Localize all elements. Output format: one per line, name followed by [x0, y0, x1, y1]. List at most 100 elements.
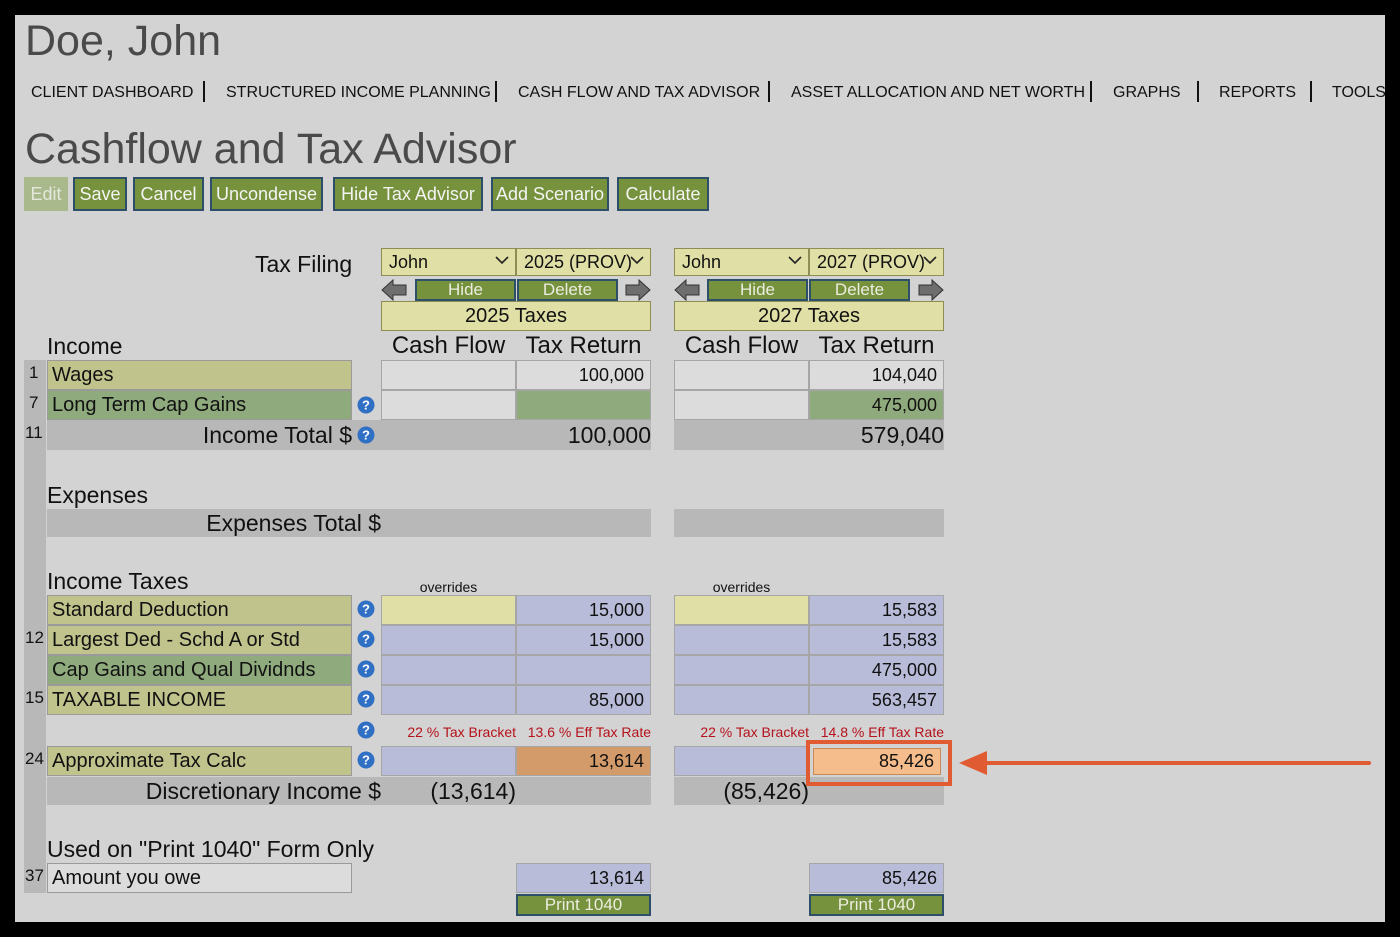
- cancel-button[interactable]: Cancel: [133, 177, 204, 211]
- nav-graphs[interactable]: GRAPHS: [1113, 83, 1181, 103]
- chevron-down-icon: [495, 256, 509, 265]
- ltcg-cash-flow-input[interactable]: [381, 390, 516, 420]
- scenario-1-year-select[interactable]: 2025 (PROV): [516, 248, 651, 276]
- largest-ded-value: 15,583: [809, 625, 944, 655]
- help-icon[interactable]: ?: [357, 721, 375, 739]
- print-1040-button[interactable]: Print 1040: [516, 894, 651, 916]
- expenses-section-heading: Expenses: [47, 482, 149, 508]
- largest-ded-value: 15,000: [516, 625, 651, 655]
- wages-cash-flow-input[interactable]: [381, 360, 516, 390]
- scenario-2-year-select[interactable]: 2027 (PROV): [809, 248, 944, 276]
- effective-tax-rate-text: 14.8 % Eff Tax Rate: [820, 724, 944, 740]
- help-icon[interactable]: ?: [357, 751, 375, 769]
- std-ded-value: 15,583: [809, 595, 944, 625]
- row-number: 37: [25, 866, 44, 885]
- scenario-1-delete-button[interactable]: Delete: [517, 279, 618, 301]
- cap-gains-override-input[interactable]: [381, 655, 516, 685]
- wages-tax-return-input[interactable]: 100,000: [516, 360, 651, 390]
- arrow-right-icon[interactable]: [625, 279, 651, 301]
- largest-ded-override-input[interactable]: [381, 625, 516, 655]
- help-icon[interactable]: ?: [357, 660, 375, 678]
- income-total-value: 579,040: [860, 422, 944, 448]
- standard-deduction-label[interactable]: Standard Deduction: [47, 595, 352, 625]
- svg-text:?: ?: [362, 723, 370, 738]
- client-name: Doe, John: [25, 17, 222, 65]
- tax-return-column-header: Tax Return: [525, 332, 642, 359]
- svg-text:?: ?: [362, 692, 370, 707]
- approx-tax-override-input[interactable]: [674, 746, 809, 776]
- approximate-tax-calc-label[interactable]: Approximate Tax Calc: [47, 746, 352, 776]
- taxable-income-override-input[interactable]: [381, 685, 516, 715]
- income-taxes-section-heading: Income Taxes: [47, 568, 189, 594]
- approx-tax-value: 13,614: [516, 746, 651, 776]
- help-icon[interactable]: ?: [357, 396, 375, 414]
- tax-bracket-text: 22 % Tax Bracket: [700, 724, 809, 740]
- nav-asset-allocation[interactable]: ASSET ALLOCATION AND NET WORTH: [791, 83, 1085, 103]
- cap-gains-override-input[interactable]: [674, 655, 809, 685]
- add-scenario-button[interactable]: Add Scenario: [491, 177, 609, 211]
- help-icon[interactable]: ?: [357, 600, 375, 618]
- taxable-income-label[interactable]: TAXABLE INCOME: [47, 685, 352, 715]
- calculate-button[interactable]: Calculate: [617, 177, 709, 211]
- std-ded-override-input[interactable]: [674, 595, 809, 625]
- uncondense-button[interactable]: Uncondense: [210, 177, 323, 211]
- wages-tax-return-input[interactable]: 104,040: [809, 360, 944, 390]
- help-icon[interactable]: ?: [357, 690, 375, 708]
- edit-button[interactable]: Edit: [24, 177, 68, 211]
- nav-separator: [768, 81, 770, 102]
- help-icon[interactable]: ?: [357, 426, 375, 444]
- income-total-label: Income Total $: [202, 422, 352, 448]
- discretionary-income-value: (13,614): [430, 778, 516, 804]
- nav-separator: [1090, 81, 1092, 102]
- nav-structured-income-planning[interactable]: STRUCTURED INCOME PLANNING: [226, 83, 491, 103]
- cash-flow-column-header: Cash Flow: [391, 332, 506, 359]
- long-term-cap-gains-label[interactable]: Long Term Cap Gains: [47, 390, 352, 420]
- income-section-heading: Income: [47, 333, 123, 359]
- expenses-total-label: Expenses Total $: [206, 510, 381, 536]
- app-window: Doe, John CLIENT DASHBOARD STRUCTURED IN…: [15, 15, 1385, 922]
- help-icon[interactable]: ?: [357, 630, 375, 648]
- ltcg-tax-return-input[interactable]: [516, 390, 651, 420]
- hide-tax-advisor-button[interactable]: Hide Tax Advisor: [333, 177, 483, 211]
- std-ded-override-input[interactable]: [381, 595, 516, 625]
- arrow-right-icon[interactable]: [918, 279, 944, 301]
- tax-filing-label: Tax Filing: [255, 251, 353, 277]
- largest-ded-override-input[interactable]: [674, 625, 809, 655]
- row-number: 24: [25, 749, 44, 768]
- arrow-left-icon[interactable]: [381, 279, 407, 301]
- scenario-1-hide-button[interactable]: Hide: [415, 279, 516, 301]
- approx-tax-override-input[interactable]: [381, 746, 516, 776]
- print-1040-section-heading: Used on "Print 1040" Form Only: [47, 836, 374, 862]
- person-select-value: John: [682, 252, 722, 272]
- cap-gains-qual-dividends-label[interactable]: Cap Gains and Qual Dividnds: [47, 655, 352, 685]
- save-button[interactable]: Save: [73, 177, 127, 211]
- nav-separator: [1310, 81, 1312, 102]
- arrow-left-icon[interactable]: [674, 279, 700, 301]
- overrides-label: overrides: [712, 579, 771, 595]
- scenario-2-hide-button[interactable]: Hide: [707, 279, 808, 301]
- nav-reports[interactable]: REPORTS: [1219, 83, 1296, 103]
- row-number: 7: [29, 393, 39, 412]
- ltcg-tax-return-input[interactable]: 475,000: [809, 390, 944, 420]
- scenario-2-delete-button[interactable]: Delete: [809, 279, 910, 301]
- ltcg-cash-flow-input[interactable]: [674, 390, 809, 420]
- income-total-value: 100,000: [567, 422, 651, 448]
- chevron-down-icon: [788, 256, 802, 265]
- scenario-1-header: 2025 Taxes: [381, 301, 651, 331]
- effective-tax-rate-text: 13.6 % Eff Tax Rate: [527, 724, 651, 740]
- nav-separator: [495, 81, 497, 102]
- discretionary-income-label: Discretionary Income $: [145, 778, 381, 804]
- taxable-income-value: 85,000: [516, 685, 651, 715]
- nav-client-dashboard[interactable]: CLIENT DASHBOARD: [31, 83, 193, 103]
- person-select-value: John: [389, 252, 429, 272]
- print-1040-button[interactable]: Print 1040: [809, 894, 944, 916]
- taxable-income-override-input[interactable]: [674, 685, 809, 715]
- scenario-1-person-select[interactable]: John: [381, 248, 516, 276]
- nav-tools[interactable]: TOOLS: [1332, 83, 1385, 103]
- scenario-2-person-select[interactable]: John: [674, 248, 809, 276]
- largest-deduction-label[interactable]: Largest Ded - Schd A or Std: [47, 625, 352, 655]
- discretionary-income-value: (85,426): [723, 778, 809, 804]
- wages-cash-flow-input[interactable]: [674, 360, 809, 390]
- nav-cash-flow-tax-advisor[interactable]: CASH FLOW AND TAX ADVISOR: [518, 83, 760, 103]
- wages-label[interactable]: Wages: [47, 360, 352, 390]
